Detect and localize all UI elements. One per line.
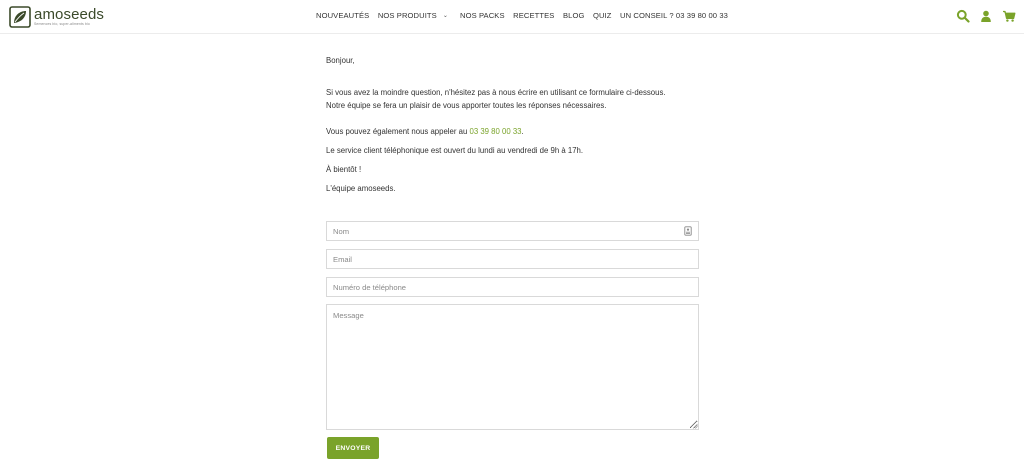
nav-item-nos-produits-label: NOS PRODUITS [377,11,437,20]
name-field[interactable] [326,221,699,241]
nav-item-nouveautes[interactable]: NOUVEAUTÉS [316,11,369,20]
signature-text: L'équipe amoseeds. [326,184,396,193]
leaf-logo-icon [9,6,31,28]
farewell-text: À bientôt ! [326,165,362,174]
phone-field[interactable] [326,277,699,297]
nav-item-nos-produits[interactable]: NOS PRODUITS ⌄ [378,11,448,20]
brand-tagline: Semences bio, super-aliments bio [34,22,90,27]
search-icon[interactable] [956,9,970,23]
email-field[interactable] [326,249,699,269]
intro-line-1: Si vous avez la moindre question, n'hési… [326,88,666,97]
brand-logo[interactable]: amoseeds Semences bio, super-aliments bi… [9,6,104,28]
nav-item-recettes[interactable]: RECETTES [513,11,554,20]
chevron-down-icon: ⌄ [442,13,448,19]
site-header: amoseeds Semences bio, super-aliments bi… [0,0,1024,34]
brand-name: amoseeds [34,6,105,24]
nav-item-nos-packs[interactable]: NOS PACKS [460,11,505,20]
resize-handle-icon[interactable] [692,423,698,429]
logo-text-wrap: amoseeds Semences bio, super-aliments bi… [34,7,104,27]
user-icon[interactable] [979,9,993,23]
intro-line-2: Notre équipe se fera un plaisir de vous … [326,101,607,110]
call-prefix: Vous pouvez également nous appeler au [326,127,470,136]
header-icons [947,9,1016,23]
greeting-text: Bonjour, [326,56,355,65]
cart-icon[interactable] [1002,9,1016,23]
call-us-text: Vous pouvez également nous appeler au 03… [326,126,524,138]
contact-card-icon [684,226,692,236]
nav-item-quiz[interactable]: QUIZ [593,11,612,20]
phone-link[interactable]: 03 39 80 00 33 [469,127,521,136]
nav-item-blog[interactable]: BLOG [563,11,585,20]
nav-item-conseil-phone[interactable]: UN CONSEIL ? 03 39 80 00 33 [620,11,728,20]
main-nav: NOUVEAUTÉS NOS PRODUITS ⌄ NOS PACKS RECET… [316,11,736,20]
submit-button[interactable]: ENVOYER [327,437,379,459]
opening-hours-text: Le service client téléphonique est ouver… [326,146,584,155]
call-suffix: . [521,127,524,136]
message-field[interactable] [326,304,699,430]
